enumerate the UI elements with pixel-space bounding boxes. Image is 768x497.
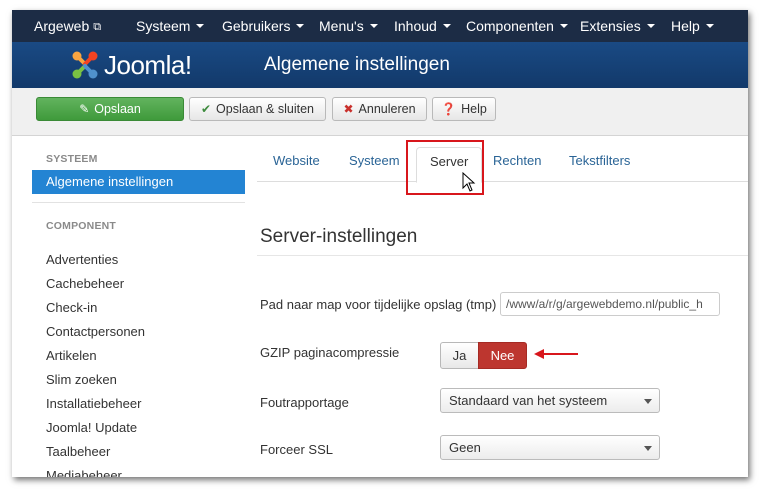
caret-down-icon	[705, 24, 714, 29]
app-window: Argeweb ⧉ Systeem Gebruikers Menu's Inhou…	[12, 10, 748, 477]
menu-gebruikers[interactable]: Gebruikers	[222, 10, 305, 42]
external-link-icon: ⧉	[93, 21, 102, 33]
sidebar-item-contactpersonen[interactable]: Contactpersonen	[46, 324, 145, 339]
menu-inhoud[interactable]: Inhoud	[394, 10, 451, 42]
sidebar-heading-system: SYSTEEM	[46, 153, 98, 165]
save-close-label: Opslaan & sluiten	[216, 102, 315, 116]
gzip-nee-button[interactable]: Nee	[478, 342, 527, 369]
error-reporting-value: Standaard van het systeem	[449, 393, 608, 408]
menu-label: Extensies	[580, 18, 641, 34]
caret-down-icon	[196, 24, 205, 29]
tab-tekstfilters[interactable]: Tekstfilters	[569, 153, 630, 168]
joomla-logo: Joomla!	[70, 49, 192, 81]
save-close-button[interactable]: ✔ Opslaan & sluiten	[189, 97, 326, 121]
settings-tabs: Website Systeem Server Rechten Tekstfilt…	[257, 136, 748, 183]
force-ssl-select[interactable]: Geen	[440, 435, 660, 460]
gzip-ja-button[interactable]: Ja	[440, 342, 479, 369]
site-label: Argeweb	[34, 18, 90, 34]
menu-label: Systeem	[136, 18, 191, 34]
error-reporting-select[interactable]: Standaard van het systeem	[440, 388, 660, 413]
menu-label: Inhoud	[394, 18, 437, 34]
tab-systeem[interactable]: Systeem	[349, 153, 400, 168]
caret-down-icon	[442, 24, 451, 29]
tmp-path-label: Pad naar map voor tijdelijke opslag (tmp…	[260, 297, 497, 312]
save-button[interactable]: ✎ Opslaan	[36, 97, 184, 121]
error-reporting-label: Foutrapportage	[260, 395, 349, 410]
menu-label: Gebruikers	[222, 18, 291, 34]
mouse-cursor-icon	[462, 172, 476, 192]
sidebar-item-slim-zoeken[interactable]: Slim zoeken	[46, 372, 117, 387]
sidebar-heading-component: COMPONENT	[46, 220, 117, 232]
force-ssl-value: Geen	[449, 440, 481, 455]
check-icon: ✔	[200, 102, 212, 116]
site-link[interactable]: Argeweb ⧉	[34, 10, 101, 42]
sidebar-item-advertenties[interactable]: Advertenties	[46, 252, 118, 267]
edit-icon: ✎	[79, 102, 90, 116]
sidebar-divider	[32, 202, 245, 203]
top-navbar: Argeweb ⧉ Systeem Gebruikers Menu's Inhou…	[12, 10, 748, 42]
help-button[interactable]: ❓ Help	[432, 97, 496, 121]
cancel-icon: ✖	[343, 102, 354, 116]
page-header: Joomla! Algemene instellingen	[12, 42, 748, 88]
sidebar-item-artikelen[interactable]: Artikelen	[46, 348, 97, 363]
joomla-logo-icon	[72, 51, 98, 79]
help-label: Help	[461, 102, 487, 116]
sidebar-item-cachebeheer[interactable]: Cachebeheer	[46, 276, 124, 291]
tab-website[interactable]: Website	[273, 153, 320, 168]
caret-down-icon	[296, 24, 305, 29]
caret-down-icon	[369, 24, 378, 29]
cancel-button[interactable]: ✖ Annuleren	[332, 97, 427, 121]
gzip-label: GZIP paginacompressie	[260, 345, 400, 360]
sidebar-item-joomla-update[interactable]: Joomla! Update	[46, 420, 137, 435]
menu-label: Menu's	[319, 18, 364, 34]
toolbar: ✎ Opslaan ✔ Opslaan & sluiten ✖ Annuleren ❓…	[12, 88, 748, 136]
force-ssl-label: Forceer SSL	[260, 442, 333, 457]
menu-label: Help	[671, 18, 700, 34]
chevron-down-icon	[644, 399, 652, 404]
caret-down-icon	[646, 24, 655, 29]
menu-componenten[interactable]: Componenten	[466, 10, 568, 42]
sidebar-item-check-in[interactable]: Check-in	[46, 300, 97, 315]
question-icon: ❓	[441, 102, 457, 116]
menu-help[interactable]: Help	[671, 10, 714, 42]
page-title: Algemene instellingen	[264, 54, 450, 75]
tmp-path-input[interactable]	[500, 292, 720, 316]
menu-label: Componenten	[466, 18, 554, 34]
chevron-down-icon	[644, 446, 652, 451]
tab-rechten[interactable]: Rechten	[493, 153, 541, 168]
save-label: Opslaan	[94, 102, 141, 116]
annotation-arrow-icon	[534, 349, 578, 359]
cancel-label: Annuleren	[358, 102, 416, 116]
sidebar-item-algemene-instellingen[interactable]: Algemene instellingen	[32, 170, 245, 194]
caret-down-icon	[559, 24, 568, 29]
menu-menus[interactable]: Menu's	[319, 10, 378, 42]
menu-systeem[interactable]: Systeem	[136, 10, 205, 42]
section-divider	[257, 255, 748, 256]
sidebar: SYSTEEM Algemene instellingen COMPONENT …	[12, 136, 257, 477]
menu-extensies[interactable]: Extensies	[580, 10, 655, 42]
sidebar-item-installatiebeheer[interactable]: Installatiebeheer	[46, 396, 141, 411]
section-title: Server-instellingen	[260, 226, 418, 247]
sidebar-item-mediabeheer[interactable]: Mediabeheer	[46, 468, 122, 477]
logo-text: Joomla!	[104, 50, 192, 80]
sidebar-item-taalbeheer[interactable]: Taalbeheer	[46, 444, 110, 459]
